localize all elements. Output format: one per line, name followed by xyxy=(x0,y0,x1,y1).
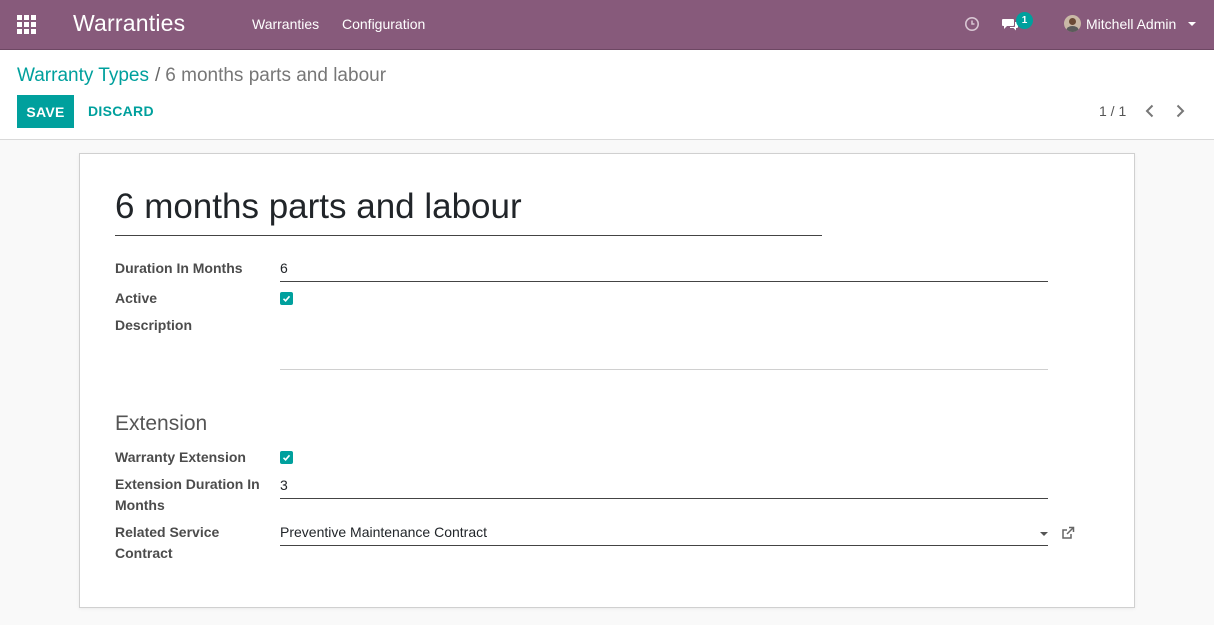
caret-down-icon[interactable] xyxy=(1188,22,1196,26)
clock-icon[interactable] xyxy=(963,15,981,33)
duration-input[interactable]: 6 xyxy=(280,258,1048,282)
breadcrumb-current: 6 months parts and labour xyxy=(165,65,387,86)
form-sheet: 6 months parts and labour Duration In Mo… xyxy=(79,153,1135,608)
external-link-icon[interactable] xyxy=(1060,525,1076,541)
extension-duration-input[interactable]: 3 xyxy=(280,475,1048,499)
duration-label: Duration In Months xyxy=(115,260,243,276)
related-contract-label: Related Service Contract xyxy=(115,524,220,561)
apps-menu-icon[interactable] xyxy=(17,15,36,34)
chevron-left-icon[interactable] xyxy=(1142,102,1158,120)
record-name-field[interactable]: 6 months parts and labour xyxy=(115,186,822,236)
warranty-extension-label: Warranty Extension xyxy=(115,449,246,465)
breadcrumb-separator: / xyxy=(155,65,161,86)
save-button[interactable]: SAVE xyxy=(17,95,74,128)
app-title[interactable]: Warranties xyxy=(73,10,185,37)
caret-down-icon[interactable] xyxy=(1040,532,1048,536)
message-count-badge: 1 xyxy=(1016,12,1033,29)
top-navbar: Warranties Warranties Configuration 1 Mi… xyxy=(0,0,1214,50)
discard-button[interactable]: DISCARD xyxy=(88,103,154,119)
breadcrumb: Warranty Types /6 months parts and labour xyxy=(17,65,386,87)
description-label: Description xyxy=(115,317,193,333)
active-checkbox[interactable] xyxy=(280,292,293,305)
breadcrumb-parent[interactable]: Warranty Types xyxy=(17,65,149,86)
related-contract-select[interactable]: Preventive Maintenance Contract xyxy=(280,522,1048,546)
user-menu[interactable]: Mitchell Admin xyxy=(1086,16,1176,32)
description-textarea[interactable] xyxy=(280,321,1048,370)
avatar[interactable] xyxy=(1064,15,1081,32)
menu-item-warranties[interactable]: Warranties xyxy=(252,16,319,32)
pager-value[interactable]: 1 / 1 xyxy=(1099,103,1126,119)
menu-item-configuration[interactable]: Configuration xyxy=(342,16,425,32)
active-label: Active xyxy=(115,290,158,306)
extension-section-title: Extension xyxy=(115,412,208,435)
warranty-extension-checkbox[interactable] xyxy=(280,451,293,464)
control-panel: Warranty Types /6 months parts and labour… xyxy=(0,50,1214,140)
chevron-right-icon[interactable] xyxy=(1172,102,1188,120)
extension-duration-label: Extension Duration In Months xyxy=(115,476,260,513)
